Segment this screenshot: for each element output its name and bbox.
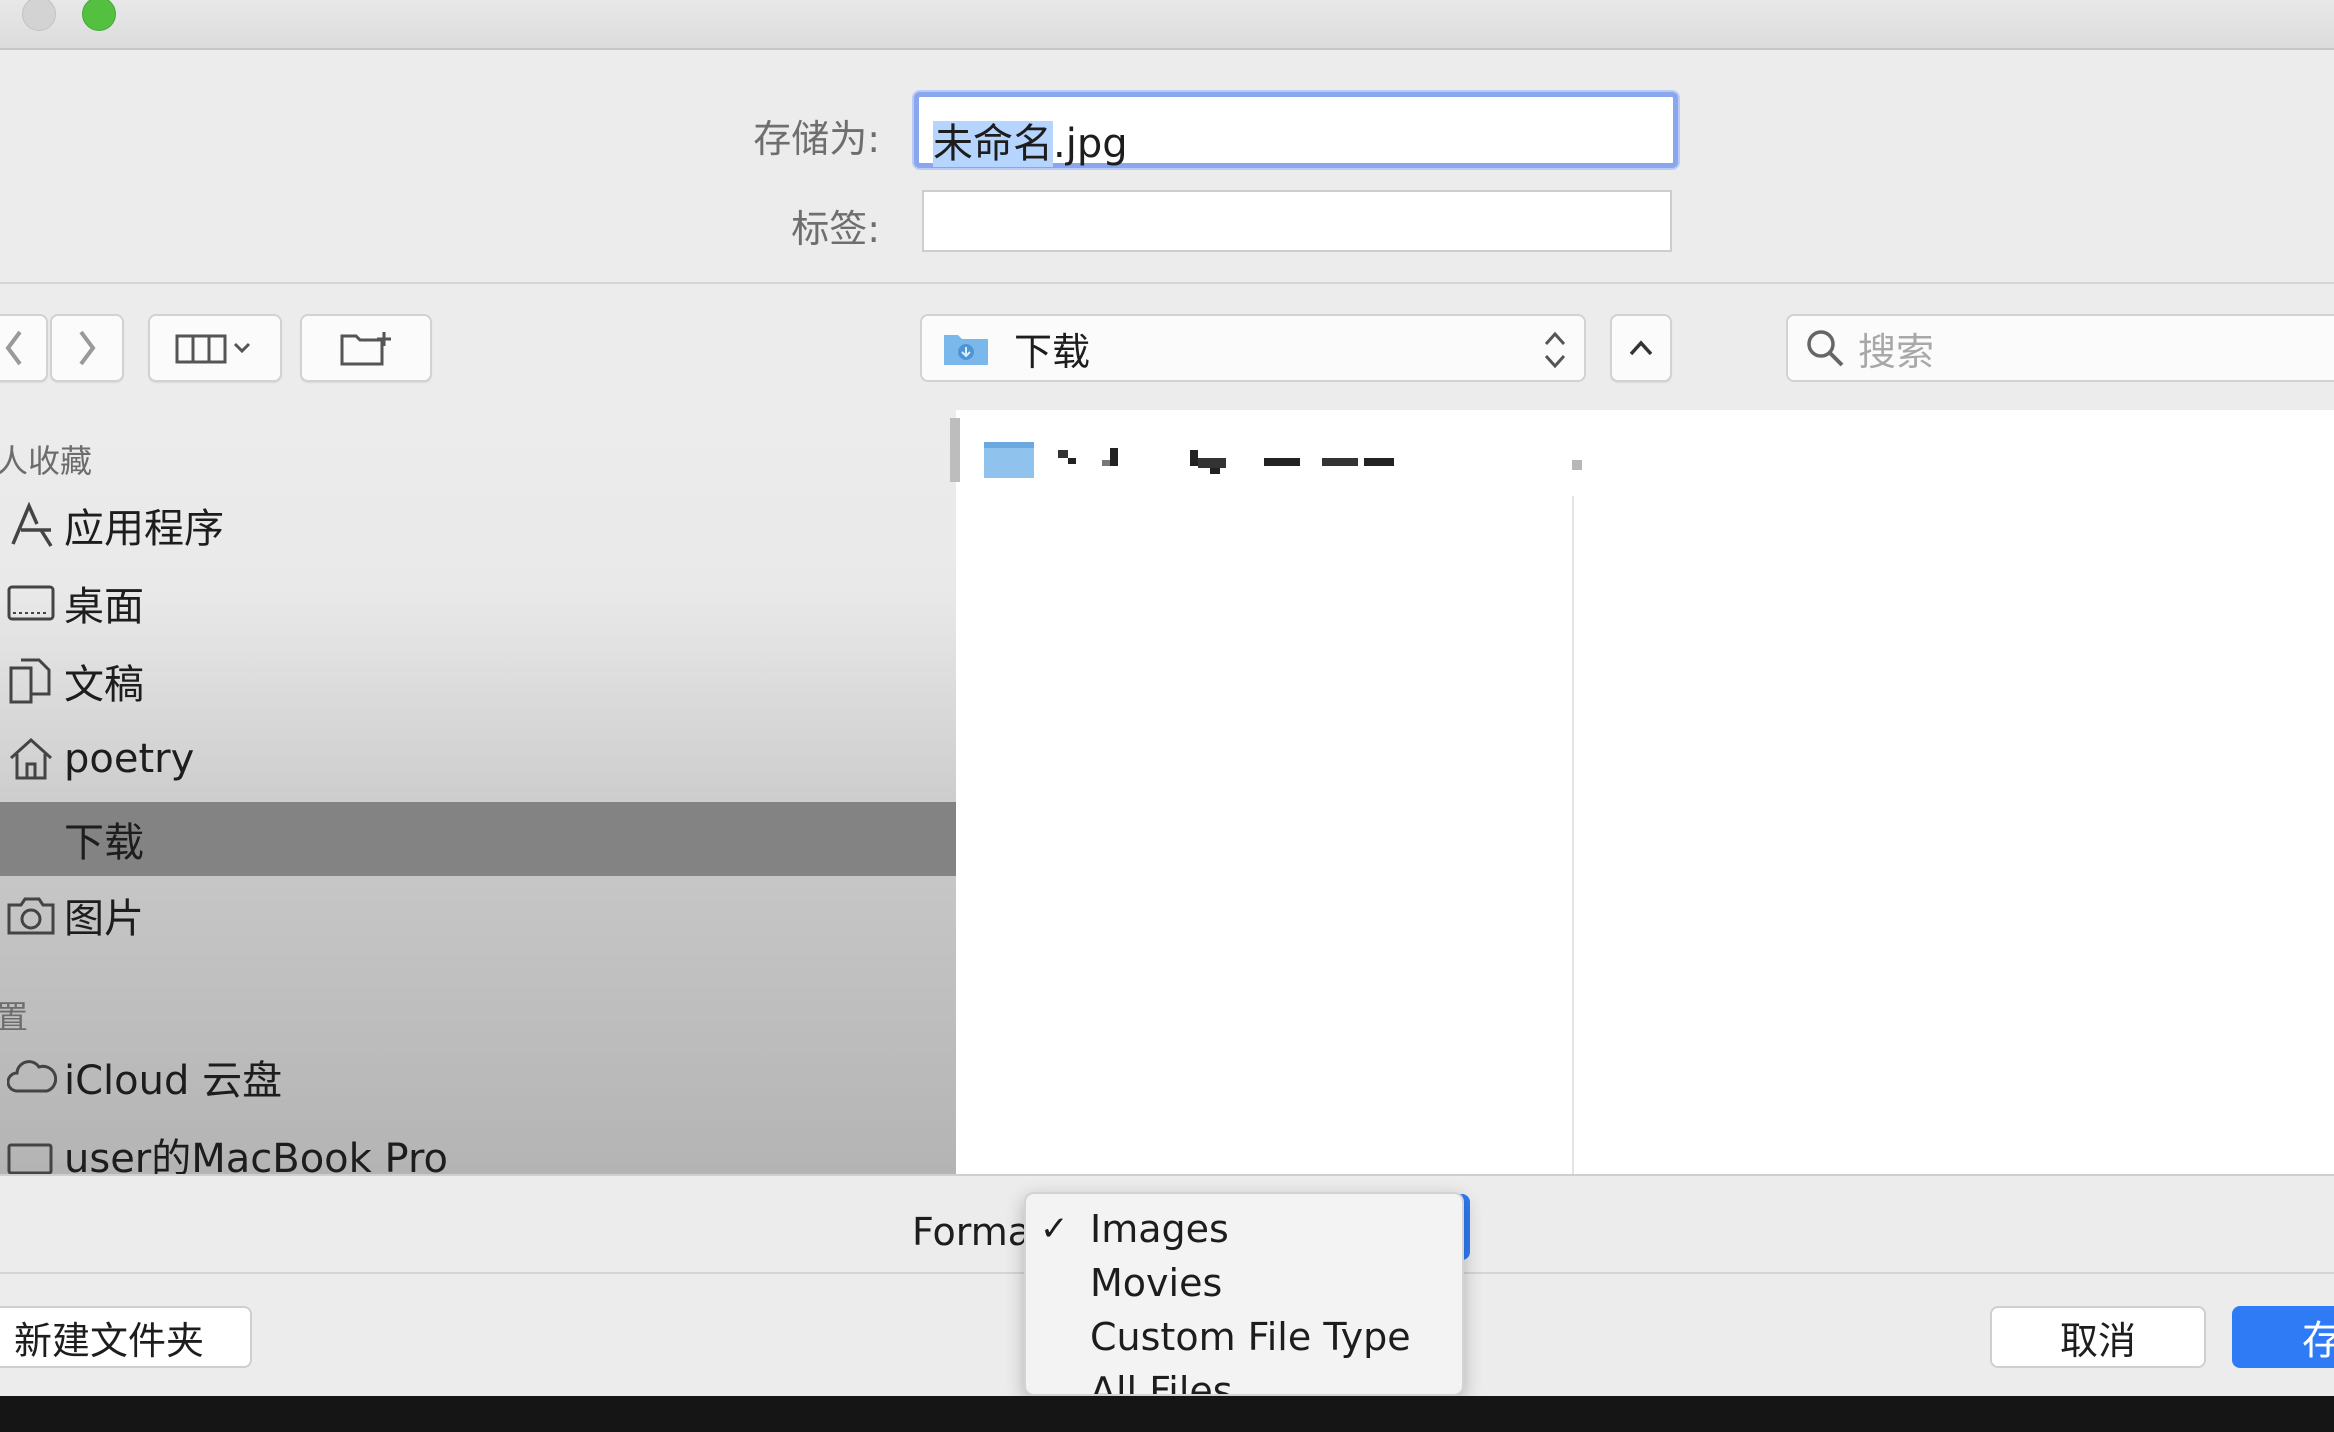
up-down-chevron-icon bbox=[1544, 331, 1566, 369]
filename-selected-text: 未命名 bbox=[933, 121, 1053, 167]
applications-icon bbox=[0, 500, 64, 550]
columns-view-icon bbox=[175, 334, 251, 364]
search-field[interactable]: 搜索 bbox=[1786, 314, 2334, 382]
option-label: Images bbox=[1090, 1207, 1229, 1251]
format-option-images[interactable]: ✓ Images bbox=[1026, 1202, 1462, 1256]
window-zoom-button[interactable] bbox=[82, 0, 116, 31]
sidebar-item-macbook[interactable]: user的MacBook Pro bbox=[0, 1118, 956, 1174]
filename-field[interactable]: 未命名.jpg bbox=[914, 92, 1678, 168]
screen-bottom-edge bbox=[0, 1396, 2334, 1432]
search-placeholder: 搜索 bbox=[1858, 329, 1935, 374]
laptop-icon bbox=[0, 1135, 64, 1174]
locations-section-title: 置 bbox=[0, 998, 29, 1036]
sidebar-item-label: poetry bbox=[64, 736, 195, 782]
cloud-icon bbox=[0, 1057, 64, 1097]
filename-extension: .jpg bbox=[1053, 121, 1128, 167]
title-bar bbox=[0, 0, 2334, 50]
tags-field[interactable] bbox=[922, 190, 1672, 252]
option-label: Movies bbox=[1090, 1261, 1223, 1305]
saveas-label: 存储为: bbox=[753, 117, 880, 161]
location-label: 下载 bbox=[1014, 329, 1091, 374]
chevron-left-icon bbox=[5, 330, 22, 366]
sidebar-item-documents[interactable]: 文稿 bbox=[0, 644, 956, 718]
file-row[interactable] bbox=[974, 428, 1656, 488]
sidebar-item-desktop[interactable]: 桌面 bbox=[0, 566, 956, 640]
option-label: Custom File Type bbox=[1090, 1315, 1411, 1359]
sidebar-item-label: user的MacBook Pro bbox=[64, 1136, 448, 1174]
new-folder-button[interactable]: 新建文件夹 bbox=[0, 1306, 252, 1368]
form-divider bbox=[0, 282, 2334, 284]
search-icon bbox=[1807, 330, 1844, 367]
checkmark-icon: ✓ bbox=[1040, 1209, 1069, 1249]
sidebar-item-home[interactable]: poetry bbox=[0, 722, 956, 796]
format-option-custom[interactable]: Custom File Type bbox=[1026, 1310, 1462, 1364]
sidebar-scrollbar[interactable] bbox=[950, 418, 960, 482]
chevron-right-icon bbox=[79, 330, 96, 366]
sidebar-item-applications[interactable]: 应用程序 bbox=[0, 488, 956, 562]
expand-collapse-button[interactable] bbox=[1610, 314, 1672, 382]
pixelated-filename bbox=[1058, 446, 1656, 474]
format-dropdown-menu: ✓ Images Movies Custom File Type All Fil… bbox=[1024, 1192, 1464, 1396]
back-button[interactable] bbox=[0, 314, 48, 382]
format-option-movies[interactable]: Movies bbox=[1026, 1256, 1462, 1310]
home-icon bbox=[0, 734, 64, 784]
favorites-section-title: 人收藏 bbox=[0, 442, 93, 480]
file-size-dot bbox=[1572, 460, 1582, 470]
sidebar-item-label: 应用程序 bbox=[64, 506, 224, 552]
camera-icon bbox=[0, 893, 64, 937]
sidebar-item-label: 图片 bbox=[64, 896, 144, 942]
column-divider[interactable] bbox=[1572, 496, 1574, 1174]
sidebar-item-icloud[interactable]: iCloud 云盘 bbox=[0, 1040, 956, 1114]
sidebar-item-label: iCloud 云盘 bbox=[64, 1058, 283, 1104]
tags-label: 标签: bbox=[791, 207, 880, 251]
folder-icon bbox=[984, 442, 1034, 478]
sidebar-item-label: 下载 bbox=[64, 820, 144, 866]
new-folder-icon bbox=[340, 332, 391, 366]
forward-button[interactable] bbox=[50, 314, 124, 382]
sidebar: 人收藏 应用程序 桌面 文稿 poetry 下载 图片 置 iCloud 云盘 … bbox=[0, 410, 956, 1174]
view-options-button[interactable] bbox=[148, 314, 282, 382]
downloads-folder-icon bbox=[944, 335, 988, 365]
desktop-icon bbox=[0, 581, 64, 625]
sidebar-item-pictures[interactable]: 图片 bbox=[0, 878, 956, 952]
cancel-button[interactable]: 取消 bbox=[1990, 1306, 2206, 1368]
file-browser bbox=[956, 410, 2334, 1174]
window-close-button[interactable] bbox=[22, 0, 56, 31]
option-label: All Files bbox=[1090, 1369, 1233, 1396]
sidebar-item-label: 文稿 bbox=[64, 662, 144, 708]
sidebar-item-downloads[interactable]: 下载 bbox=[0, 802, 956, 876]
documents-icon bbox=[0, 656, 64, 706]
chevron-up-icon bbox=[1629, 340, 1653, 356]
location-popup[interactable]: 下载 bbox=[920, 314, 1586, 382]
format-option-all-files[interactable]: All Files bbox=[1026, 1364, 1462, 1396]
new-folder-toolbar-button[interactable] bbox=[300, 314, 432, 382]
save-button[interactable]: 存 bbox=[2232, 1306, 2334, 1368]
sidebar-item-label: 桌面 bbox=[64, 584, 144, 630]
